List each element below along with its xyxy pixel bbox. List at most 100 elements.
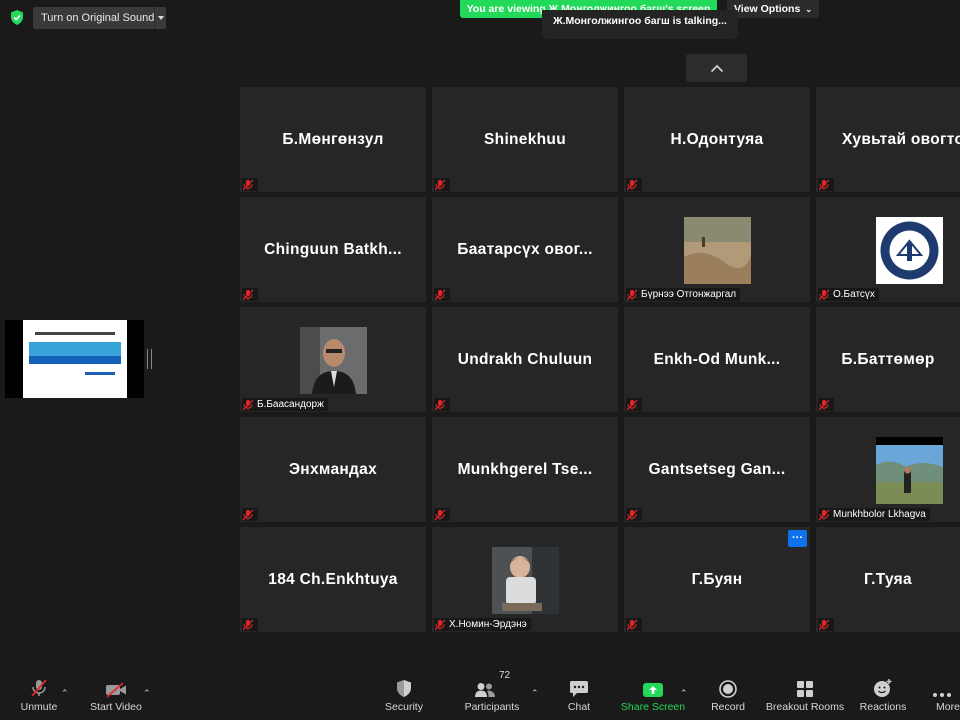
tile-more-options-button[interactable]: ···: [788, 530, 807, 547]
participant-tile[interactable]: Б.Баасандорж: [240, 307, 426, 412]
participant-tile[interactable]: Gantsetseg Gan...: [624, 417, 810, 522]
participants-label: Participants: [464, 701, 520, 713]
mic-status: Munkhbolor Lkhagva: [818, 508, 930, 521]
mic-muted-icon: [626, 179, 638, 190]
original-sound-button[interactable]: Turn on Original Sound: [33, 7, 166, 29]
participant-name: Gantsetseg Gan...: [648, 460, 786, 478]
mic-status: [242, 178, 258, 191]
original-sound-dropdown[interactable]: [154, 7, 166, 29]
participant-name: 184 Ch.Enkhtuya: [268, 570, 398, 588]
mic-muted-icon: [626, 399, 638, 410]
child-photo: [492, 547, 559, 614]
share-screen-label: Share Screen: [620, 701, 686, 713]
original-sound-label: Turn on Original Sound: [41, 12, 155, 24]
participant-name: Enkh-Od Munk...: [653, 350, 781, 368]
chevron-down-icon: [157, 16, 164, 20]
mic-muted-icon: [818, 509, 830, 520]
participant-tile[interactable]: Enkh-Od Munk...: [624, 307, 810, 412]
mic-muted-icon: [626, 509, 638, 520]
mic-status: [242, 508, 258, 521]
mic-muted-icon: [31, 679, 47, 697]
participant-tile[interactable]: Chinguun Batkh...: [240, 197, 426, 302]
participant-caption: Б.Баасандорж: [257, 399, 324, 410]
participant-tile[interactable]: 184 Ch.Enkhtuya: [240, 527, 426, 632]
chat-icon: [570, 681, 588, 697]
start-video-button[interactable]: Start Video: [88, 672, 144, 720]
chevron-up-icon[interactable]: ⌃: [143, 688, 151, 699]
mic-muted-icon: [626, 289, 638, 300]
mic-status: [818, 398, 834, 411]
mic-muted-icon: [434, 399, 446, 410]
share-screen-icon: [643, 683, 663, 697]
participant-tile[interactable]: Энхмандах: [240, 417, 426, 522]
mic-status: [242, 618, 258, 631]
mic-muted-icon: [242, 399, 254, 410]
mic-status: [626, 398, 642, 411]
participants-button[interactable]: 72 Participants: [464, 670, 520, 720]
participant-caption: О.Батсүх: [833, 289, 875, 300]
participant-tile[interactable]: Х.Номин-Эрдэнэ: [432, 527, 618, 632]
participant-tile[interactable]: Б.Мөнгөнзул: [240, 87, 426, 192]
person-photo: [300, 327, 367, 394]
participant-name: Г.Буян: [691, 570, 743, 588]
mic-muted-icon: [434, 179, 446, 190]
chevron-up-icon[interactable]: ⌃: [680, 688, 688, 699]
participant-tile[interactable]: Г.Буян: [624, 527, 810, 632]
mic-muted-icon: [242, 289, 254, 300]
participant-tile[interactable]: Shinekhuu: [432, 87, 618, 192]
participant-name: Н.Одонтуяа: [670, 130, 764, 148]
view-options-button[interactable]: View Options ⌄: [727, 0, 819, 18]
participant-tile[interactable]: Б.Баттөмөр: [816, 307, 960, 412]
chevron-up-icon[interactable]: ⌃: [61, 688, 69, 699]
participant-name: Энхмандах: [288, 460, 378, 478]
mic-status: [434, 288, 450, 301]
share-screen-button[interactable]: Share Screen: [620, 672, 686, 720]
security-button[interactable]: Security: [384, 672, 424, 720]
mic-status: Б.Баасандорж: [242, 398, 328, 411]
participant-name: Munkhgerel Tse...: [457, 460, 593, 478]
security-shield-icon: [11, 10, 23, 25]
record-button[interactable]: Record: [710, 672, 746, 720]
participant-name: Б.Баттөмөр: [841, 350, 935, 368]
mic-status: [626, 508, 642, 521]
mic-muted-icon: [818, 179, 830, 190]
mic-muted-icon: [434, 289, 446, 300]
mic-muted-icon: [242, 509, 254, 520]
active-speaker-label: Ж.Монголжингоо багш is talking...: [542, 10, 738, 39]
collapse-gallery-button[interactable]: [686, 54, 747, 82]
participant-name: Б.Мөнгөнзул: [282, 130, 384, 148]
reactions-button[interactable]: Reactions: [860, 672, 906, 720]
mic-muted-icon: [818, 619, 830, 630]
chat-button[interactable]: Chat: [564, 672, 594, 720]
participant-tile[interactable]: Munkhgerel Tse...: [432, 417, 618, 522]
outdoor-photo: [684, 217, 751, 284]
participant-tile[interactable]: Хувьтай овогто: [816, 87, 960, 192]
participant-name: Баатарсүх овог...: [457, 240, 593, 258]
chevron-up-icon[interactable]: ⌃: [531, 688, 539, 699]
participant-name: Chinguun Batkh...: [264, 240, 402, 258]
mic-status: Бүрнээ Отгонжаргал: [626, 288, 741, 301]
mic-muted-icon: [434, 509, 446, 520]
emblem-photo: [876, 217, 943, 284]
record-icon: [719, 680, 737, 698]
split-view-handle[interactable]: [147, 349, 152, 369]
mic-status: [818, 618, 834, 631]
participant-tile[interactable]: Undrakh Chuluun: [432, 307, 618, 412]
unmute-button[interactable]: Unmute: [18, 672, 60, 720]
participant-tile[interactable]: О.Батсүх: [816, 197, 960, 302]
mic-muted-icon: [626, 619, 638, 630]
view-options-label: View Options: [733, 3, 801, 15]
participant-tile[interactable]: Munkhbolor Lkhagva: [816, 417, 960, 522]
participant-tile[interactable]: Н.Одонтуяа: [624, 87, 810, 192]
participant-caption: Munkhbolor Lkhagva: [833, 509, 926, 520]
participant-tile[interactable]: Баатарсүх овог...: [432, 197, 618, 302]
participant-name: Undrakh Chuluun: [457, 350, 593, 368]
mic-muted-icon: [242, 619, 254, 630]
breakout-rooms-button[interactable]: Breakout Rooms: [766, 672, 844, 720]
shared-screen-view[interactable]: [5, 320, 144, 398]
chevron-down-icon: ⌄: [805, 4, 813, 14]
participant-tile[interactable]: Г.Туяа: [816, 527, 960, 632]
participants-icon: [474, 683, 495, 697]
more-button[interactable]: More: [932, 672, 960, 720]
participant-tile[interactable]: Бүрнээ Отгонжаргал: [624, 197, 810, 302]
